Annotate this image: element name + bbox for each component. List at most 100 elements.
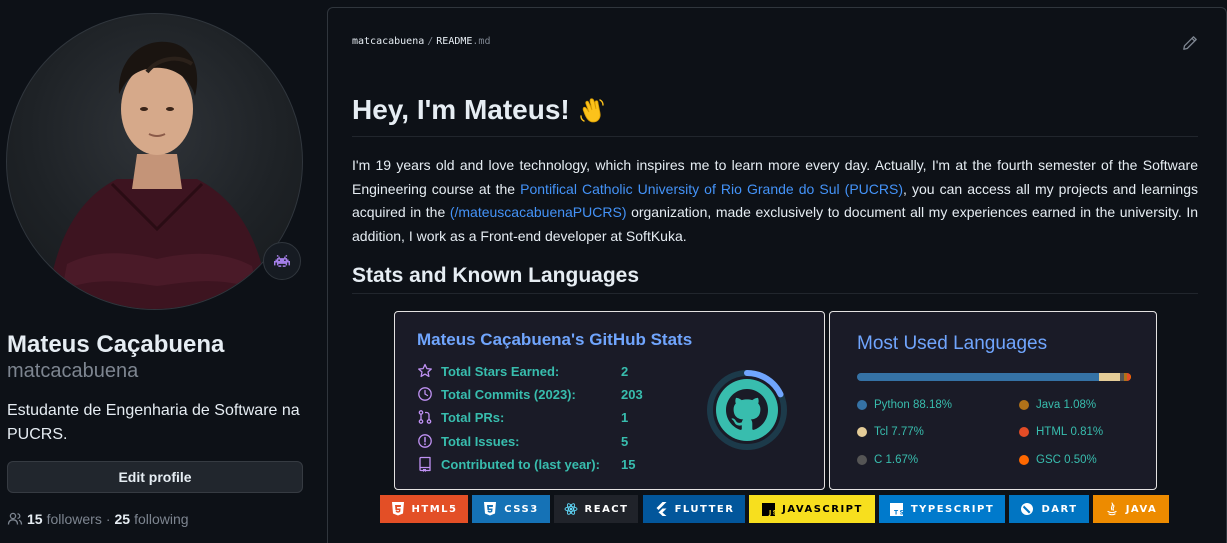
most-used-languages-card[interactable]: Most Used Languages Python 88.18% Tcl 7.…	[829, 311, 1157, 490]
repo-icon	[419, 456, 431, 472]
badge-react[interactable]: REACT	[554, 495, 638, 523]
flutter-icon	[654, 502, 668, 516]
stat-value: 1	[621, 409, 629, 425]
badge-html5[interactable]: HTML5	[380, 495, 468, 523]
edit-profile-button[interactable]: Edit profile	[7, 461, 303, 493]
dart-icon	[1020, 502, 1034, 516]
badge-label: DART	[1041, 503, 1078, 515]
stat-label: Total Stars Earned:	[441, 363, 560, 379]
language-color-dot	[1019, 427, 1029, 437]
waving-hand-icon	[580, 98, 604, 123]
html5-icon	[391, 502, 405, 516]
react-icon	[564, 502, 578, 516]
pencil-icon[interactable]	[1182, 35, 1198, 51]
path-separator: /	[427, 36, 434, 47]
pucrs-link[interactable]: Pontifical Catholic University of Rio Gr…	[520, 181, 903, 197]
stat-row-prs: Total PRs: 1	[417, 407, 661, 427]
svg-text:JS: JS	[768, 509, 775, 516]
badge-label: HTML5	[411, 503, 458, 515]
profile-username: matcacabuena	[7, 360, 139, 382]
language-item: C 1.67%	[857, 454, 918, 466]
language-name: Java	[1036, 399, 1061, 411]
language-name: HTML	[1036, 426, 1068, 438]
stats-ring	[707, 370, 787, 450]
language-percent: 0.50%	[1064, 454, 1097, 466]
stat-row-commits: Total Commits (2023): 203	[417, 384, 661, 404]
path-extension: .md	[472, 36, 491, 47]
badge-dart[interactable]: DART	[1009, 495, 1089, 523]
language-name: Tcl	[874, 426, 889, 438]
stat-label: Total Commits (2023):	[441, 386, 576, 402]
language-item: GSC 0.50%	[1019, 454, 1097, 466]
badge-label: FLUTTER	[674, 503, 735, 515]
language-name: GSC	[1036, 454, 1061, 466]
profile-fullname: Mateus Caçabuena	[7, 331, 225, 358]
badge-javascript[interactable]: JS JAVASCRIPT	[749, 495, 875, 523]
language-color-dot	[857, 427, 867, 437]
path-file: README	[436, 36, 473, 47]
readme-card: matcacabuena / README.md Hey, I'm Mateus! …	[327, 7, 1227, 543]
language-item: Java 1.08%	[1019, 399, 1096, 411]
stat-row-issues: Total Issues: 5	[417, 431, 661, 451]
heading-divider	[352, 136, 1198, 137]
stat-value: 203	[621, 386, 643, 402]
follow-separator: ·	[105, 511, 111, 527]
github-stats-card[interactable]: Mateus Caçabuena's GitHub Stats Total St…	[394, 311, 825, 490]
stat-label: Total PRs:	[441, 409, 505, 425]
languages-title: Most Used Languages	[857, 333, 1048, 354]
readme-heading: Hey, I'm Mateus!	[352, 94, 606, 126]
language-color-dot	[857, 400, 867, 410]
language-percent: 1.67%	[885, 454, 919, 466]
java-icon	[1105, 502, 1119, 516]
path-user-link[interactable]: matcacabuena	[352, 36, 424, 47]
stats-heading: Stats and Known Languages	[352, 264, 640, 287]
language-item: Tcl 7.77%	[857, 426, 924, 438]
language-bar-segment	[857, 373, 1099, 381]
avatar[interactable]	[6, 13, 303, 310]
badge-label: REACT	[584, 503, 629, 515]
following-count: 25	[114, 511, 131, 527]
stat-row-stars: Total Stars Earned: 2	[417, 361, 661, 381]
org-link[interactable]: (/mateuscacabuenaPUCRS)	[450, 204, 627, 220]
badge-label: JAVASCRIPT	[782, 503, 863, 515]
language-color-dot	[857, 455, 867, 465]
stat-value: 2	[621, 363, 629, 379]
language-percent: 1.08%	[1063, 399, 1097, 411]
badge-label: JAVA	[1125, 503, 1158, 515]
language-item: HTML 0.81%	[1019, 426, 1103, 438]
badge-java[interactable]: JAVA	[1093, 495, 1169, 523]
language-bar-segment	[1098, 373, 1120, 381]
javascript-icon: JS	[761, 502, 775, 516]
language-percent: 7.77%	[891, 426, 924, 438]
language-name: C	[874, 454, 883, 466]
subheading-divider	[352, 293, 1198, 294]
space-invader-icon	[274, 255, 290, 267]
stat-row-contributed: Contributed to (last year): 15	[417, 454, 661, 474]
css3-icon	[483, 502, 497, 516]
avatar-person-illustration	[47, 41, 269, 309]
badge-typescript[interactable]: TS TYPESCRIPT	[879, 495, 1005, 523]
following-label: following	[134, 511, 189, 527]
language-color-dot	[1019, 400, 1029, 410]
star-icon	[418, 363, 432, 378]
badge-flutter[interactable]: FLUTTER	[643, 495, 745, 523]
followers-link[interactable]: 15 followers	[27, 511, 102, 527]
profile-bio: Estudante de Engenharia de Software na P…	[7, 402, 300, 443]
following-link[interactable]: 25 following	[115, 511, 189, 527]
badge-label: CSS3	[504, 503, 539, 515]
pull-request-icon	[418, 410, 432, 424]
followers-label: followers	[46, 511, 102, 527]
follow-counts: 15 followers · 25 following	[7, 511, 189, 527]
readme-heading-text: Hey, I'm Mateus!	[352, 94, 570, 125]
language-item: Python 88.18%	[857, 399, 952, 411]
stats-title: Mateus Caçabuena's GitHub Stats	[417, 330, 693, 349]
language-percent: 0.81%	[1070, 426, 1104, 438]
readme-paragraph: I'm 19 years old and love technology, wh…	[352, 154, 1198, 248]
stat-value: 15	[621, 456, 636, 472]
badge-css3[interactable]: CSS3	[472, 495, 550, 523]
svg-text:TS: TS	[894, 509, 903, 516]
status-badge[interactable]	[263, 242, 301, 280]
badge-label: TYPESCRIPT	[910, 503, 995, 515]
followers-count: 15	[27, 511, 43, 527]
profile-sidebar: Mateus Caçabuena matcacabuena Estudante …	[0, 0, 312, 543]
